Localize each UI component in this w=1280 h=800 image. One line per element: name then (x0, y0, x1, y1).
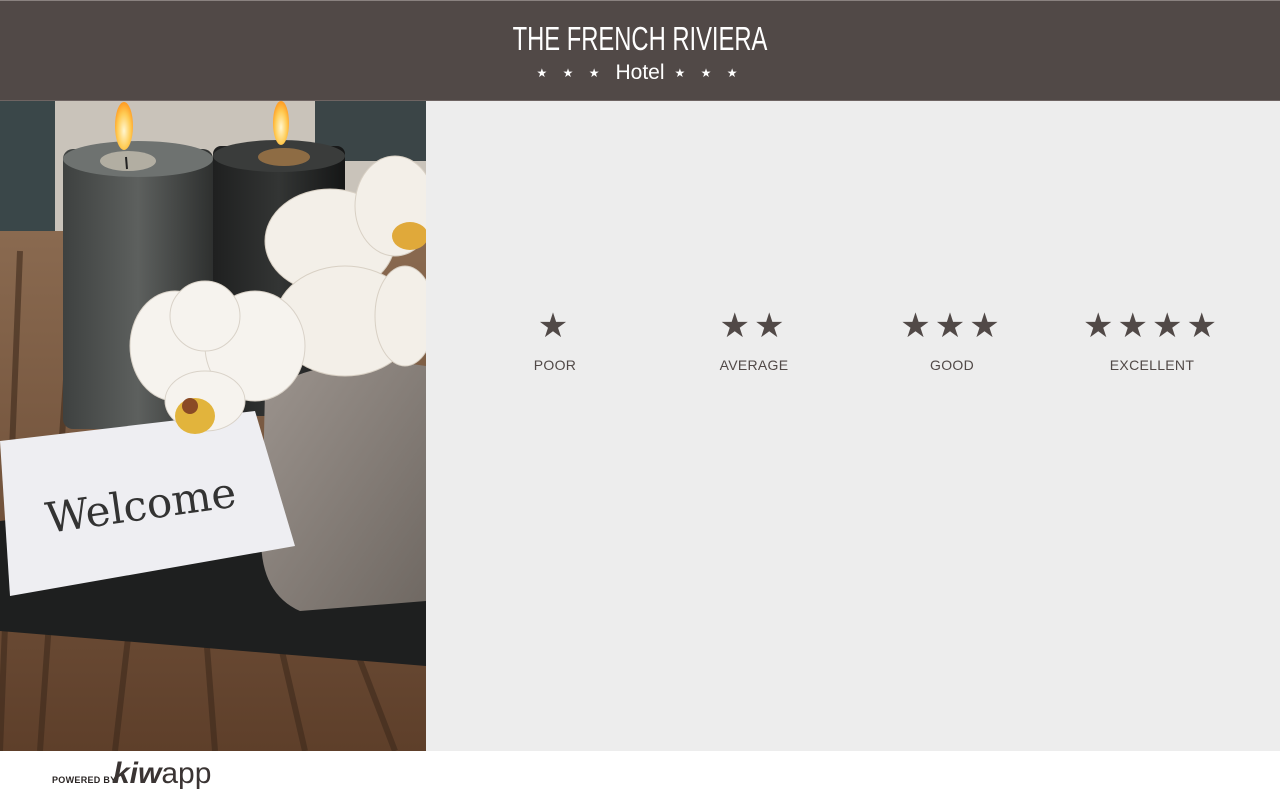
logo-stars-right: ★ ★ ★ (674, 66, 744, 80)
rating-option-average[interactable]: ★★ AVERAGE (654, 301, 854, 373)
rating-label-average: AVERAGE (719, 357, 789, 373)
welcome-spa-image: Welcome (0, 101, 426, 751)
logo-subtitle-text: Hotel (615, 61, 665, 84)
kiwapp-logo: kiwapp (113, 756, 211, 792)
hotel-logo-title: THE FRENCH RIVIERA (512, 20, 768, 57)
hotel-logo-subtitle: ★ ★ ★ Hotel ★ ★ ★ (0, 62, 1280, 84)
logo-stars-left: ★ ★ ★ (536, 66, 606, 80)
star-icon: ★ (537, 306, 573, 346)
rating-option-excellent[interactable]: ★★★★ EXCELLENT (1052, 301, 1252, 373)
star-icon: ★★★ (900, 306, 1004, 346)
rating-panel: ★ POOR ★★ AVERAGE ★★★ GOOD ★★★★ EXCELLEN… (426, 101, 1280, 751)
rating-option-poor[interactable]: ★ POOR (455, 301, 655, 373)
welcome-spa-illustration: Welcome (0, 101, 426, 751)
rating-option-good[interactable]: ★★★ GOOD (852, 301, 1052, 373)
powered-by-label: POWERED BY (52, 775, 117, 785)
brand-bold-text: kiw (113, 757, 162, 790)
rating-label-excellent: EXCELLENT (1109, 357, 1195, 373)
rating-label-good: GOOD (930, 357, 974, 373)
brand-light-text: app (161, 757, 212, 790)
header-bar: THE FRENCH RIVIERA ★ ★ ★ Hotel ★ ★ ★ (0, 0, 1280, 101)
star-icon: ★★ (719, 306, 789, 346)
footer-bar: POWERED BY kiwapp (0, 751, 1280, 800)
star-icon: ★★★★ (1083, 306, 1221, 346)
rating-label-poor: POOR (533, 357, 577, 373)
